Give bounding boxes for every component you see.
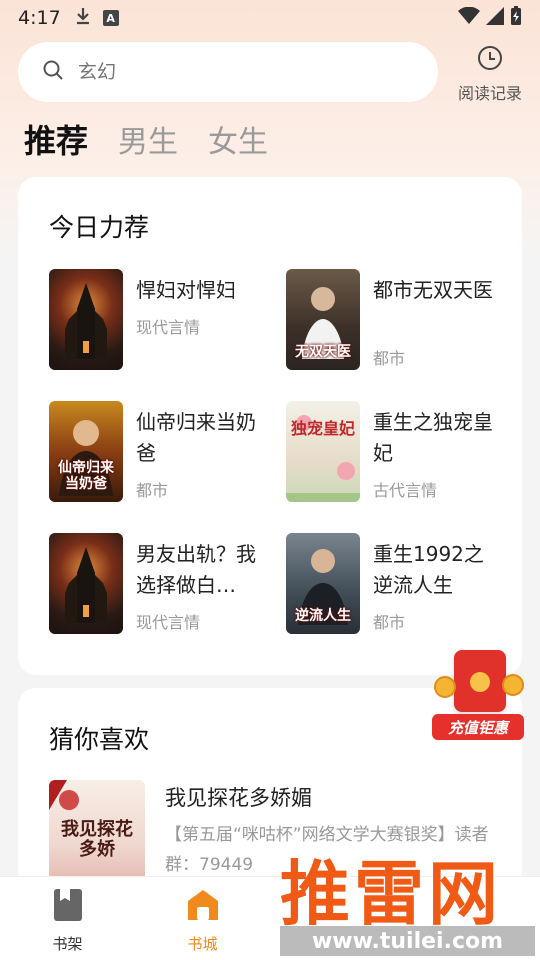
promo-label: 充值钜惠 — [432, 714, 524, 740]
book-cover: 仙帝归来当奶爸 — [49, 401, 123, 502]
nav-bookshelf-label: 书架 — [52, 935, 83, 953]
book-cover: 无双天医 — [286, 269, 360, 370]
tab-female[interactable]: 女生 — [208, 117, 268, 161]
category-tabs: 推荐 男生 女生 — [24, 116, 298, 162]
download-icon — [75, 7, 91, 30]
status-bar: 4:17 A — [0, 0, 540, 36]
cover-title: 无双天医 — [295, 344, 351, 360]
tab-male[interactable]: 男生 — [118, 117, 178, 161]
reading-history-button[interactable]: 阅读记录 — [450, 44, 530, 103]
book-description: 【第五届“咪咕杯”网络文学大赛银奖】读者群：79449 — [165, 825, 489, 875]
recommend-title: 今日力荐 — [49, 213, 150, 242]
battery-charging-icon — [510, 5, 522, 31]
book-title: 男友出轨？我选择做白… — [136, 542, 256, 597]
book-cover: 独宠皇妃 — [286, 401, 360, 502]
store-icon — [187, 889, 219, 925]
search-icon — [42, 59, 64, 85]
book-item[interactable]: 无双天医 都市无双天医 都市 — [286, 269, 511, 371]
book-item[interactable]: 悍妇对悍妇 现代言情 — [49, 269, 274, 371]
book-genre: 古代言情 — [373, 481, 438, 500]
book-item[interactable]: 逆流人生 重生1992之逆流人生 都市 — [286, 533, 511, 635]
search-bar[interactable] — [18, 42, 438, 102]
book-cover — [49, 533, 123, 634]
book-title: 都市无双天医 — [373, 278, 493, 302]
book-title: 仙帝归来当奶爸 — [136, 410, 256, 465]
book-item[interactable]: 仙帝归来当奶爸 仙帝归来当奶爸 都市 — [49, 401, 274, 503]
search-input[interactable] — [78, 61, 398, 83]
nav-bookstore-label: 书城 — [187, 935, 218, 953]
wifi-icon — [458, 6, 480, 30]
book-genre: 都市 — [136, 481, 169, 500]
clock-icon — [476, 44, 504, 76]
guess-book-item[interactable]: 我见探花多娇 我见探花多娇媚 【第五届“咪咕杯”网络文学大赛银奖】读者群：794… — [49, 780, 519, 890]
guess-title: 猜你喜欢 — [49, 725, 150, 754]
recommend-card: 今日力荐 悍妇对悍妇 现代言情 无双天医 都市无双天医 都市 仙帝归来当奶爸 仙… — [18, 177, 522, 675]
cover-title: 仙帝归来当奶爸 — [58, 460, 114, 492]
nav-bookstore[interactable]: 书城 — [135, 877, 270, 960]
book-genre: 现代言情 — [136, 613, 201, 632]
tab-recommend[interactable]: 推荐 — [24, 116, 88, 162]
cover-title: 逆流人生 — [295, 608, 351, 624]
cover-title: 我见探花多娇 — [61, 819, 133, 860]
book-title: 我见探花多娇媚 — [165, 786, 312, 810]
book-cover: 我见探花多娇 — [49, 780, 145, 890]
coin-icon — [434, 676, 456, 698]
book-genre: 都市 — [373, 349, 406, 368]
status-time: 4:17 — [18, 7, 61, 29]
book-title: 重生之独宠皇妃 — [373, 410, 493, 465]
red-envelope-icon — [454, 650, 506, 712]
book-title: 悍妇对悍妇 — [136, 278, 236, 302]
coin-icon — [502, 674, 524, 696]
bookshelf-icon — [53, 889, 82, 925]
book-genre: 都市 — [373, 613, 406, 632]
book-item[interactable]: 男友出轨？我选择做白… 现代言情 — [49, 533, 274, 635]
signal-icon — [486, 6, 504, 30]
bottom-navigation: 书架 书城 — [0, 876, 540, 960]
book-genre: 现代言情 — [136, 318, 201, 337]
reading-history-label: 阅读记录 — [457, 84, 522, 103]
book-title: 重生1992之逆流人生 — [373, 542, 484, 597]
book-item[interactable]: 独宠皇妃 重生之独宠皇妃 古代言情 — [286, 401, 511, 503]
nav-bookshelf[interactable]: 书架 — [0, 877, 135, 960]
font-icon: A — [102, 10, 119, 26]
cover-title: 独宠皇妃 — [290, 419, 355, 438]
book-cover — [49, 269, 123, 370]
book-cover: 逆流人生 — [286, 533, 360, 634]
recharge-promo-badge[interactable]: 充值钜惠 — [428, 646, 528, 746]
